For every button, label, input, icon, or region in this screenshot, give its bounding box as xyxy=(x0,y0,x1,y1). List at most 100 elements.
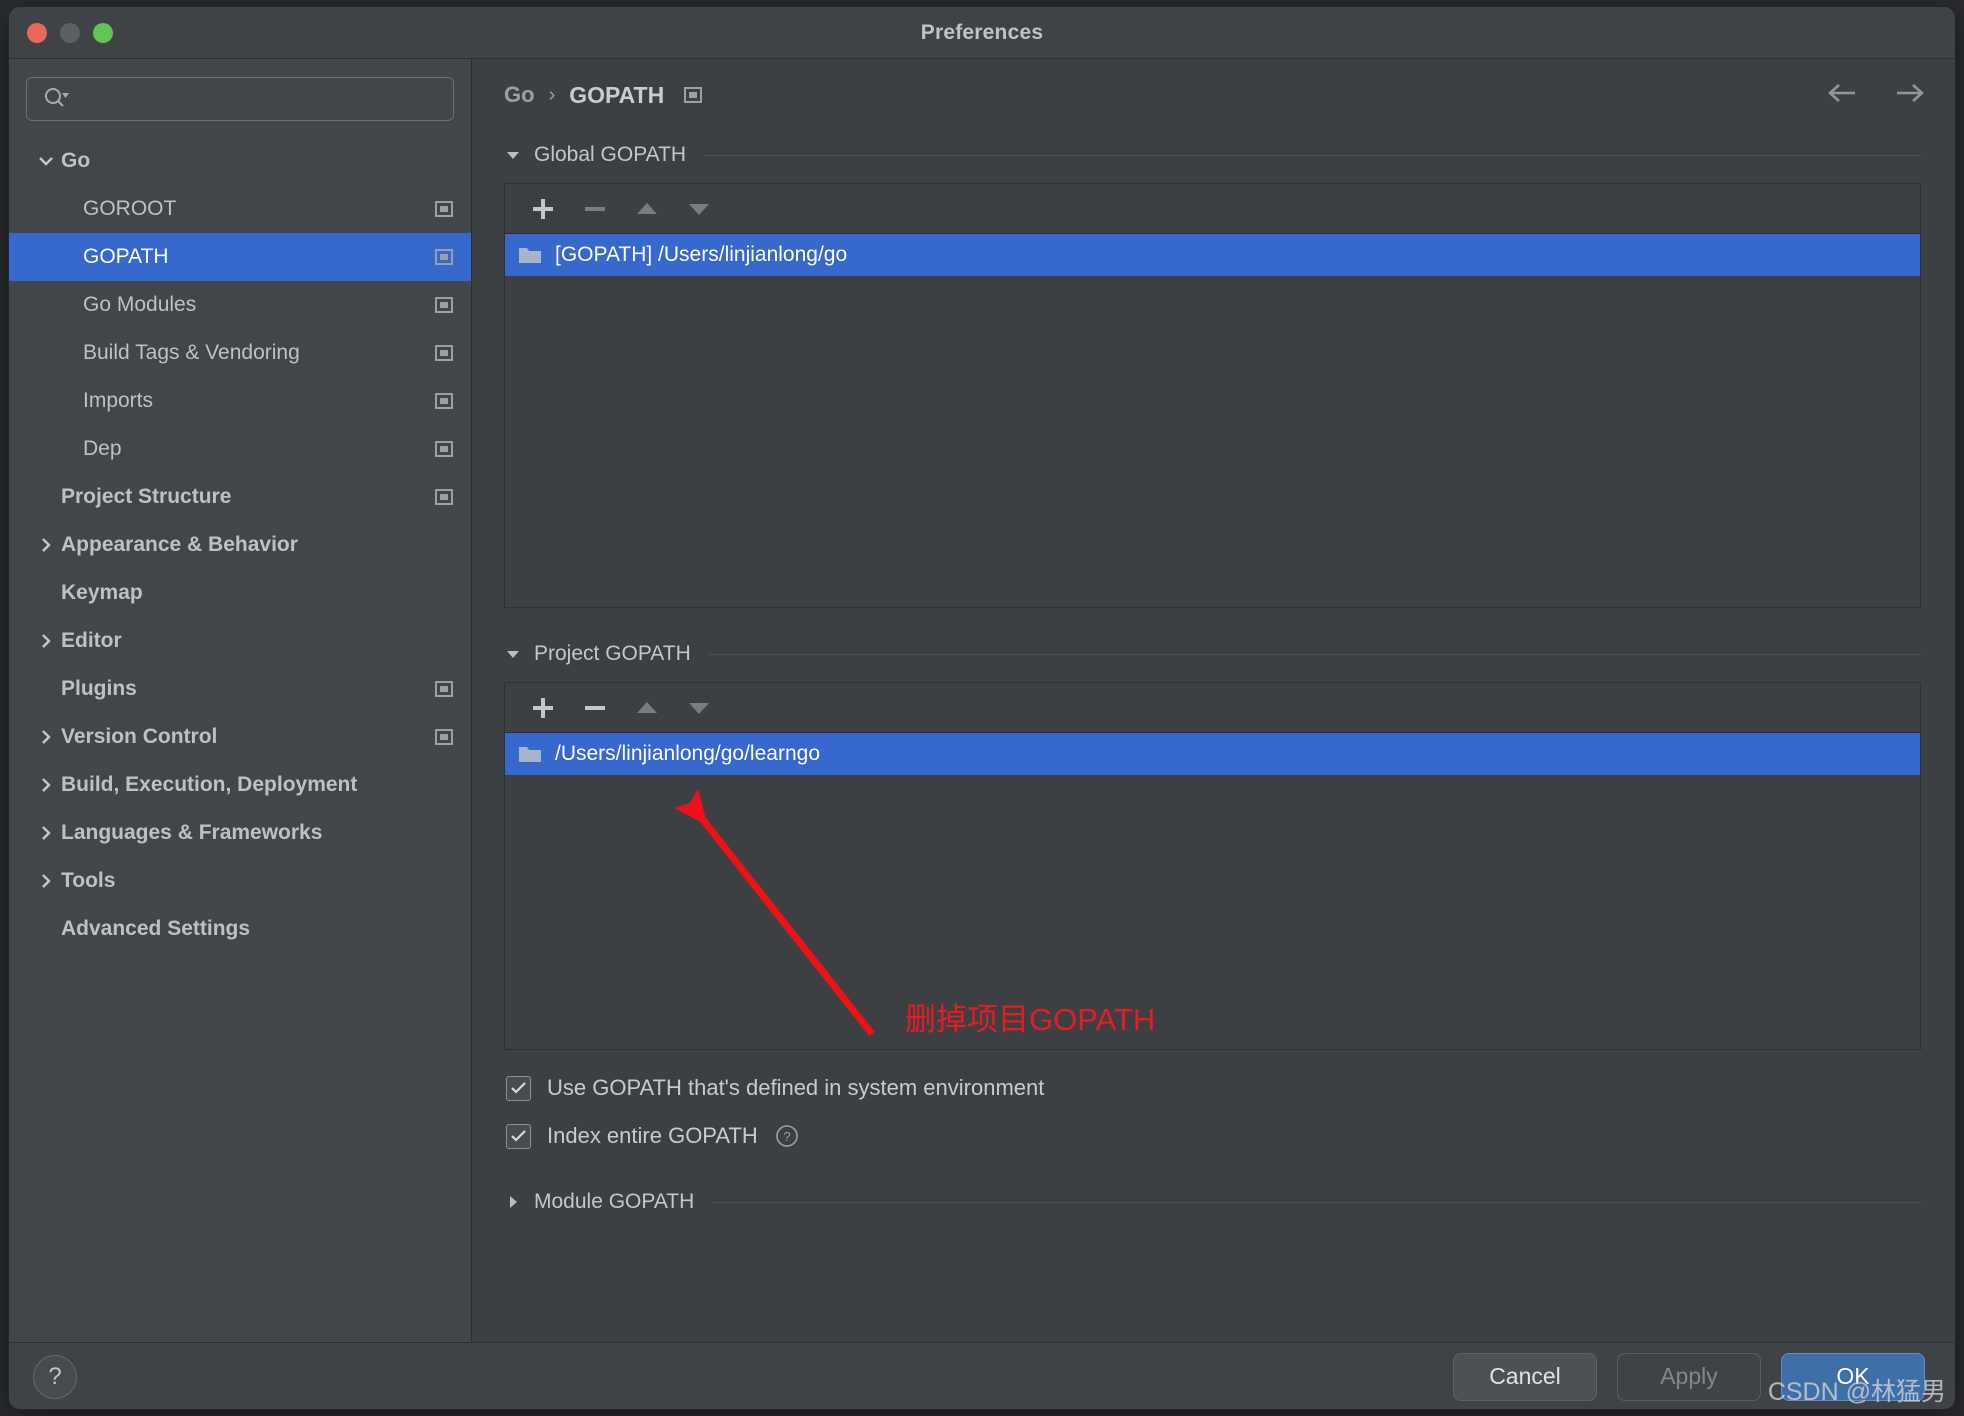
scope-icon[interactable] xyxy=(433,679,455,699)
project-gopath-list-frame: /Users/linjianlong/go/learngo xyxy=(504,682,1921,1050)
sidebar-item-editor[interactable]: Editor xyxy=(9,617,471,665)
folder-icon xyxy=(517,743,543,765)
project-add-path-button[interactable] xyxy=(517,687,569,729)
chevron-down-icon[interactable] xyxy=(504,146,530,164)
apply-button[interactable]: Apply xyxy=(1617,1353,1761,1401)
scope-icon[interactable] xyxy=(433,439,455,459)
index-entire-gopath-row[interactable]: Index entire GOPATH ? xyxy=(472,1112,1955,1160)
close-window-button[interactable] xyxy=(27,23,47,43)
global-gopath-list: [GOPATH] /Users/linjianlong/go xyxy=(505,234,1920,276)
page-title: GOPATH xyxy=(569,82,664,109)
chevron-down-icon[interactable] xyxy=(504,645,530,663)
chevron-down-icon[interactable] xyxy=(31,151,61,171)
global-move-up-button[interactable] xyxy=(621,188,673,230)
sidebar-item-label: Version Control xyxy=(61,725,217,749)
sidebar-item-keymap[interactable]: Keymap xyxy=(9,569,471,617)
breadcrumb-parent[interactable]: Go xyxy=(504,82,535,108)
sidebar-item-version-control[interactable]: Version Control xyxy=(9,713,471,761)
scope-icon[interactable] xyxy=(433,247,455,267)
dialog-actions: Cancel Apply OK xyxy=(1453,1353,1925,1401)
project-remove-path-button[interactable] xyxy=(569,687,621,729)
scope-icon[interactable] xyxy=(433,295,455,315)
chevron-right-icon[interactable] xyxy=(31,535,61,555)
sidebar-item-dep[interactable]: Dep xyxy=(9,425,471,473)
use-system-gopath-row[interactable]: Use GOPATH that's defined in system envi… xyxy=(472,1064,1955,1112)
sidebar-item-label: Dep xyxy=(83,437,122,461)
sidebar-item-imports[interactable]: Imports xyxy=(9,377,471,425)
project-move-up-button[interactable] xyxy=(621,687,673,729)
sidebar-item-gopath[interactable]: GOPATH xyxy=(9,233,471,281)
back-arrow-icon[interactable] xyxy=(1825,81,1861,110)
scope-icon[interactable] xyxy=(433,727,455,747)
chevron-right-icon[interactable] xyxy=(31,871,61,891)
sidebar-item-label: Imports xyxy=(83,389,153,413)
section-divider xyxy=(709,654,1921,655)
list-item[interactable]: /Users/linjianlong/go/learngo xyxy=(505,733,1920,775)
sidebar-item-build-execution-deployment[interactable]: Build, Execution, Deployment xyxy=(9,761,471,809)
ok-button[interactable]: OK xyxy=(1781,1353,1925,1401)
sidebar-item-goroot[interactable]: GOROOT xyxy=(9,185,471,233)
help-circle-icon[interactable]: ? xyxy=(774,1123,800,1149)
list-item-label: [GOPATH] /Users/linjianlong/go xyxy=(555,243,847,267)
scope-icon[interactable] xyxy=(433,391,455,411)
project-gopath-section-header[interactable]: Project GOPATH xyxy=(472,634,1955,674)
module-gopath-title: Module GOPATH xyxy=(534,1190,694,1214)
sidebar-item-project-structure[interactable]: Project Structure xyxy=(9,473,471,521)
list-item-label: /Users/linjianlong/go/learngo xyxy=(555,742,820,766)
title-bar: Preferences xyxy=(9,7,1955,59)
sidebar-item-go-modules[interactable]: Go Modules xyxy=(9,281,471,329)
sidebar-item-advanced-settings[interactable]: Advanced Settings xyxy=(9,905,471,953)
sidebar-item-label: GOPATH xyxy=(83,245,169,269)
folder-icon xyxy=(517,244,543,266)
sidebar-item-go[interactable]: Go xyxy=(9,137,471,185)
search-icon xyxy=(43,86,69,113)
global-gopath-section-header[interactable]: Global GOPATH xyxy=(472,135,1955,175)
chevron-right-icon[interactable] xyxy=(31,727,61,747)
breadcrumb: Go › GOPATH xyxy=(472,59,1955,131)
project-gopath-list: /Users/linjianlong/go/learngo xyxy=(505,733,1920,775)
forward-arrow-icon[interactable] xyxy=(1891,81,1927,110)
sidebar-item-label: Project Structure xyxy=(61,485,231,509)
global-move-down-button[interactable] xyxy=(673,188,725,230)
sidebar-item-label: Appearance & Behavior xyxy=(61,533,298,557)
section-divider xyxy=(704,155,1921,156)
sidebar-item-label: Build Tags & Vendoring xyxy=(83,341,300,365)
index-entire-gopath-checkbox[interactable] xyxy=(506,1124,531,1149)
chevron-right-icon[interactable] xyxy=(504,1193,530,1211)
sidebar-item-plugins[interactable]: Plugins xyxy=(9,665,471,713)
global-add-path-button[interactable] xyxy=(517,188,569,230)
sidebar-item-label: Advanced Settings xyxy=(61,917,250,941)
sidebar-item-languages-frameworks[interactable]: Languages & Frameworks xyxy=(9,809,471,857)
chevron-right-icon[interactable] xyxy=(31,631,61,651)
project-gopath-toolbar xyxy=(505,683,1920,733)
search-input[interactable] xyxy=(69,88,453,110)
list-item[interactable]: [GOPATH] /Users/linjianlong/go xyxy=(505,234,1920,276)
sidebar-item-label: Go Modules xyxy=(83,293,196,317)
sidebar-item-label: Go xyxy=(61,149,90,173)
sidebar-item-label: Tools xyxy=(61,869,115,893)
index-entire-gopath-label: Index entire GOPATH xyxy=(547,1123,758,1149)
module-gopath-section-header[interactable]: Module GOPATH xyxy=(472,1182,1955,1222)
sidebar-item-build-tags-vendoring[interactable]: Build Tags & Vendoring xyxy=(9,329,471,377)
sidebar-item-appearance-behavior[interactable]: Appearance & Behavior xyxy=(9,521,471,569)
sidebar-item-tools[interactable]: Tools xyxy=(9,857,471,905)
chevron-right-icon[interactable] xyxy=(31,775,61,795)
scope-icon[interactable] xyxy=(682,85,704,105)
global-remove-path-button[interactable] xyxy=(569,188,621,230)
help-button[interactable]: ? xyxy=(33,1355,77,1399)
scope-icon[interactable] xyxy=(433,199,455,219)
global-gopath-title: Global GOPATH xyxy=(534,143,686,167)
global-gopath-toolbar xyxy=(505,184,1920,234)
cancel-button[interactable]: Cancel xyxy=(1453,1353,1597,1401)
use-system-gopath-checkbox[interactable] xyxy=(506,1076,531,1101)
scope-icon[interactable] xyxy=(433,487,455,507)
project-move-down-button[interactable] xyxy=(673,687,725,729)
sidebar-item-label: Plugins xyxy=(61,677,137,701)
chevron-right-icon[interactable] xyxy=(31,823,61,843)
window-controls xyxy=(27,23,113,43)
zoom-window-button[interactable] xyxy=(93,23,113,43)
minimize-window-button[interactable] xyxy=(60,23,80,43)
search-field[interactable] xyxy=(26,77,454,121)
dialog-footer: ? Cancel Apply OK xyxy=(9,1342,1955,1410)
scope-icon[interactable] xyxy=(433,343,455,363)
